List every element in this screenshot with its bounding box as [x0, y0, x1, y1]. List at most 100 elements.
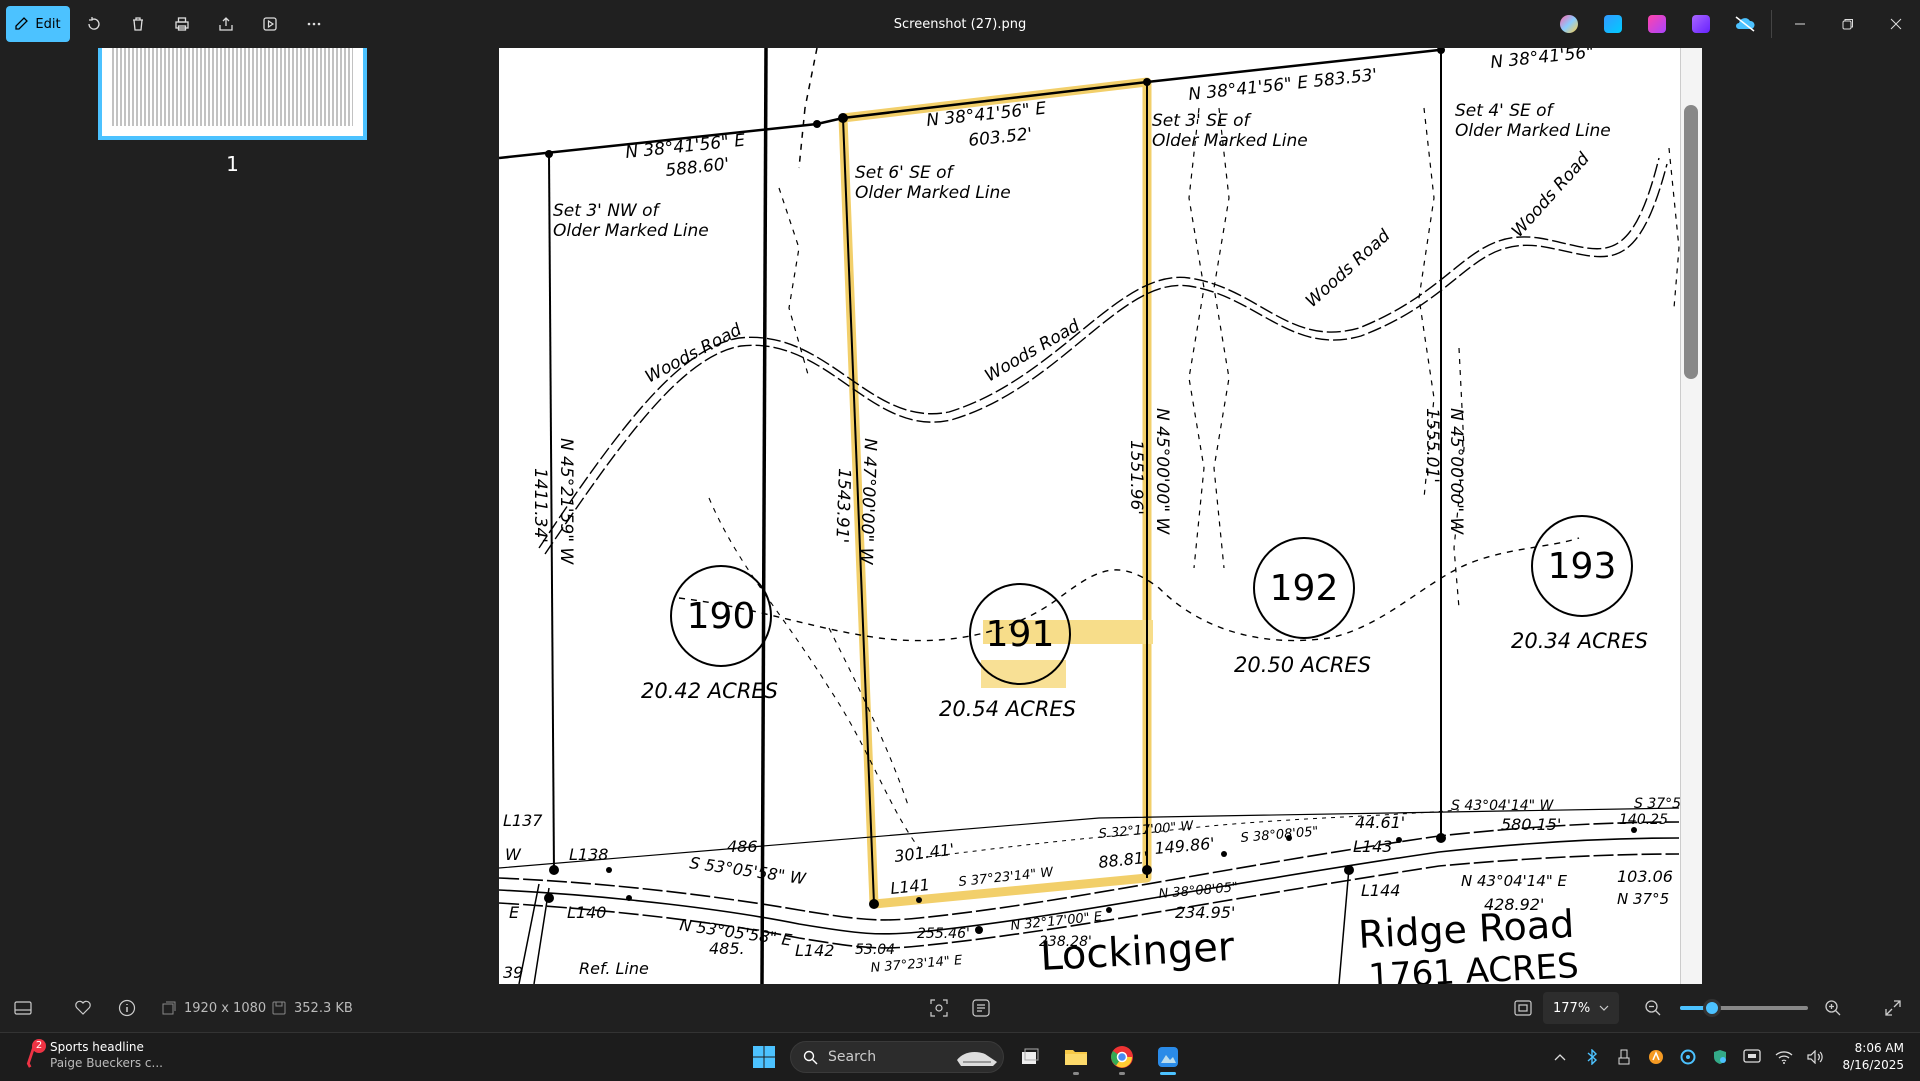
lot-191-number: 191 [986, 614, 1055, 655]
chrome-button[interactable] [1102, 1037, 1142, 1077]
label-s43: S 43°04'14" W [1451, 798, 1555, 814]
lot-191-acres: 20.54 ACRES [939, 697, 1076, 721]
bluetooth-button[interactable] [1576, 1033, 1608, 1081]
marked-line-1 [798, 48, 818, 169]
print-button[interactable] [162, 6, 202, 42]
image-viewer[interactable]: N 38°41'56" E 588.60' N 38°41'56" E 603.… [499, 48, 1702, 984]
zoom-out-button[interactable] [1644, 999, 1662, 1017]
onedrive-button[interactable] [1723, 0, 1767, 48]
lot-192-acres: 20.50 ACRES [1234, 653, 1371, 677]
share-button[interactable] [206, 6, 246, 42]
filmstrip-toggle-button[interactable] [14, 1001, 32, 1015]
label-n38: N 38°08'05" [1158, 880, 1239, 902]
zoom-out-icon [1645, 1000, 1661, 1016]
photos-taskbar-button[interactable] [1148, 1037, 1188, 1077]
security-button[interactable] [1704, 1033, 1736, 1081]
page-number: 1 [226, 152, 239, 176]
app-tray-blue-button[interactable] [1672, 1033, 1704, 1081]
more-icon [307, 22, 321, 26]
label-w1: W [505, 845, 522, 864]
clock[interactable]: 8:06 AM 8/16/2025 [1832, 1040, 1920, 1074]
distance-lot191-east: 1551.96' [1126, 440, 1146, 515]
start-button[interactable] [744, 1037, 784, 1077]
lot-190-acres: 20.42 ACRES [641, 679, 778, 703]
clipchamp-app-button[interactable] [1679, 0, 1723, 48]
rotate-button[interactable] [74, 6, 114, 42]
meet-now-button[interactable] [1736, 1033, 1768, 1081]
label-255: 255.46' [917, 926, 970, 942]
label-44: 44.61' [1355, 813, 1405, 832]
label-l142: L142 [795, 941, 834, 960]
ref-line-label: Ref. Line [579, 959, 649, 978]
show-hidden-icons-button[interactable] [1544, 1033, 1576, 1081]
file-size: 352.3 KB [272, 1001, 353, 1016]
file-info-button[interactable] [118, 999, 136, 1017]
photos-icon [1158, 1047, 1178, 1067]
file-explorer-button[interactable] [1056, 1037, 1096, 1077]
vertical-scrollbar-thumb[interactable] [1684, 105, 1698, 379]
delete-button[interactable] [118, 6, 158, 42]
zoom-level-dropdown[interactable]: 177% [1543, 992, 1619, 1024]
note-set4se-line1: Set 4' SE of [1455, 101, 1556, 121]
label-l143: L143 [1353, 837, 1392, 856]
divider [1771, 10, 1772, 38]
label-234: 234.95' [1175, 903, 1235, 922]
marked-line-3 [1188, 107, 1205, 569]
label-88: 88.81' [1097, 848, 1149, 872]
close-button[interactable] [1872, 0, 1920, 48]
vertical-line-a [760, 48, 768, 984]
bluetooth-icon [1588, 1049, 1598, 1065]
photos-edit-app-button[interactable] [1591, 0, 1635, 48]
search-icon [803, 1050, 818, 1064]
shield-icon [1714, 1050, 1727, 1064]
full-screen-button[interactable] [1884, 999, 1902, 1017]
edit-button[interactable]: Edit [6, 6, 70, 42]
volume-button[interactable] [1800, 1033, 1832, 1081]
label-s38: S 38°08'05" [1240, 824, 1319, 846]
windows-logo-icon [753, 1046, 775, 1068]
zoom-in-button[interactable] [1824, 999, 1842, 1017]
lot-191-highlight [838, 77, 1152, 909]
distance-top-mid: 603.52' [967, 124, 1033, 151]
label-l140: L140 [567, 903, 606, 922]
info-icon [118, 999, 136, 1017]
usb-device-button[interactable] [1608, 1033, 1640, 1081]
note-set6se-line1: Set 6' SE of [855, 163, 956, 183]
favorite-button[interactable] [74, 1000, 92, 1016]
more-options-button[interactable] [294, 6, 334, 42]
slideshow-button[interactable] [250, 6, 290, 42]
network-button[interactable] [1768, 1033, 1800, 1081]
status-bar: 1920 x 1080 352.3 KB [0, 984, 1920, 1032]
minimize-button[interactable] [1776, 0, 1824, 48]
label-n43: N 43°04'14" E [1461, 872, 1568, 890]
note-set3se-line2: Older Marked Line [1152, 131, 1308, 151]
task-view-button[interactable] [1010, 1037, 1050, 1077]
app-tray-orange-button[interactable] [1640, 1033, 1672, 1081]
road-name-labels: Lockinger Ridge Road 1761 ACRES [1039, 902, 1580, 984]
news-widget[interactable]: 2 Sports headline Paige Bueckers c... [24, 1039, 163, 1071]
note-set6se-line2: Older Marked Line [855, 183, 1011, 203]
woods-road-label-3: Woods Road [1302, 226, 1394, 312]
label-n37b: N 37°5 [1617, 890, 1669, 908]
note-set3nw-line2: Older Marked Line [553, 221, 709, 241]
system-tray: 8:06 AM 8/16/2025 [1544, 1033, 1920, 1081]
taskbar-search-box[interactable]: Search [790, 1041, 1004, 1073]
designer-app-button[interactable] [1635, 0, 1679, 48]
zoom-slider-thumb[interactable] [1703, 999, 1721, 1017]
survey-plat-image: N 38°41'56" E 588.60' N 38°41'56" E 603.… [499, 48, 1681, 984]
heart-icon [75, 1000, 91, 1015]
restore-button[interactable] [1824, 0, 1872, 48]
label-l137: L137 [503, 811, 543, 830]
trash-icon [133, 17, 143, 31]
expand-icon [1885, 1000, 1901, 1016]
folder-icon [1065, 1050, 1087, 1065]
photos-edit-icon [1604, 15, 1622, 33]
page-thumbnail[interactable] [98, 48, 367, 140]
fit-to-window-button[interactable] [1514, 1000, 1532, 1016]
text-scan-button[interactable] [972, 999, 990, 1017]
zoom-in-icon [1825, 1000, 1841, 1016]
visual-search-button[interactable] [930, 999, 948, 1017]
copilot-app-button[interactable] [1547, 0, 1591, 48]
label-103: 103.06 [1617, 867, 1673, 886]
zoom-slider[interactable] [1680, 999, 1808, 1017]
